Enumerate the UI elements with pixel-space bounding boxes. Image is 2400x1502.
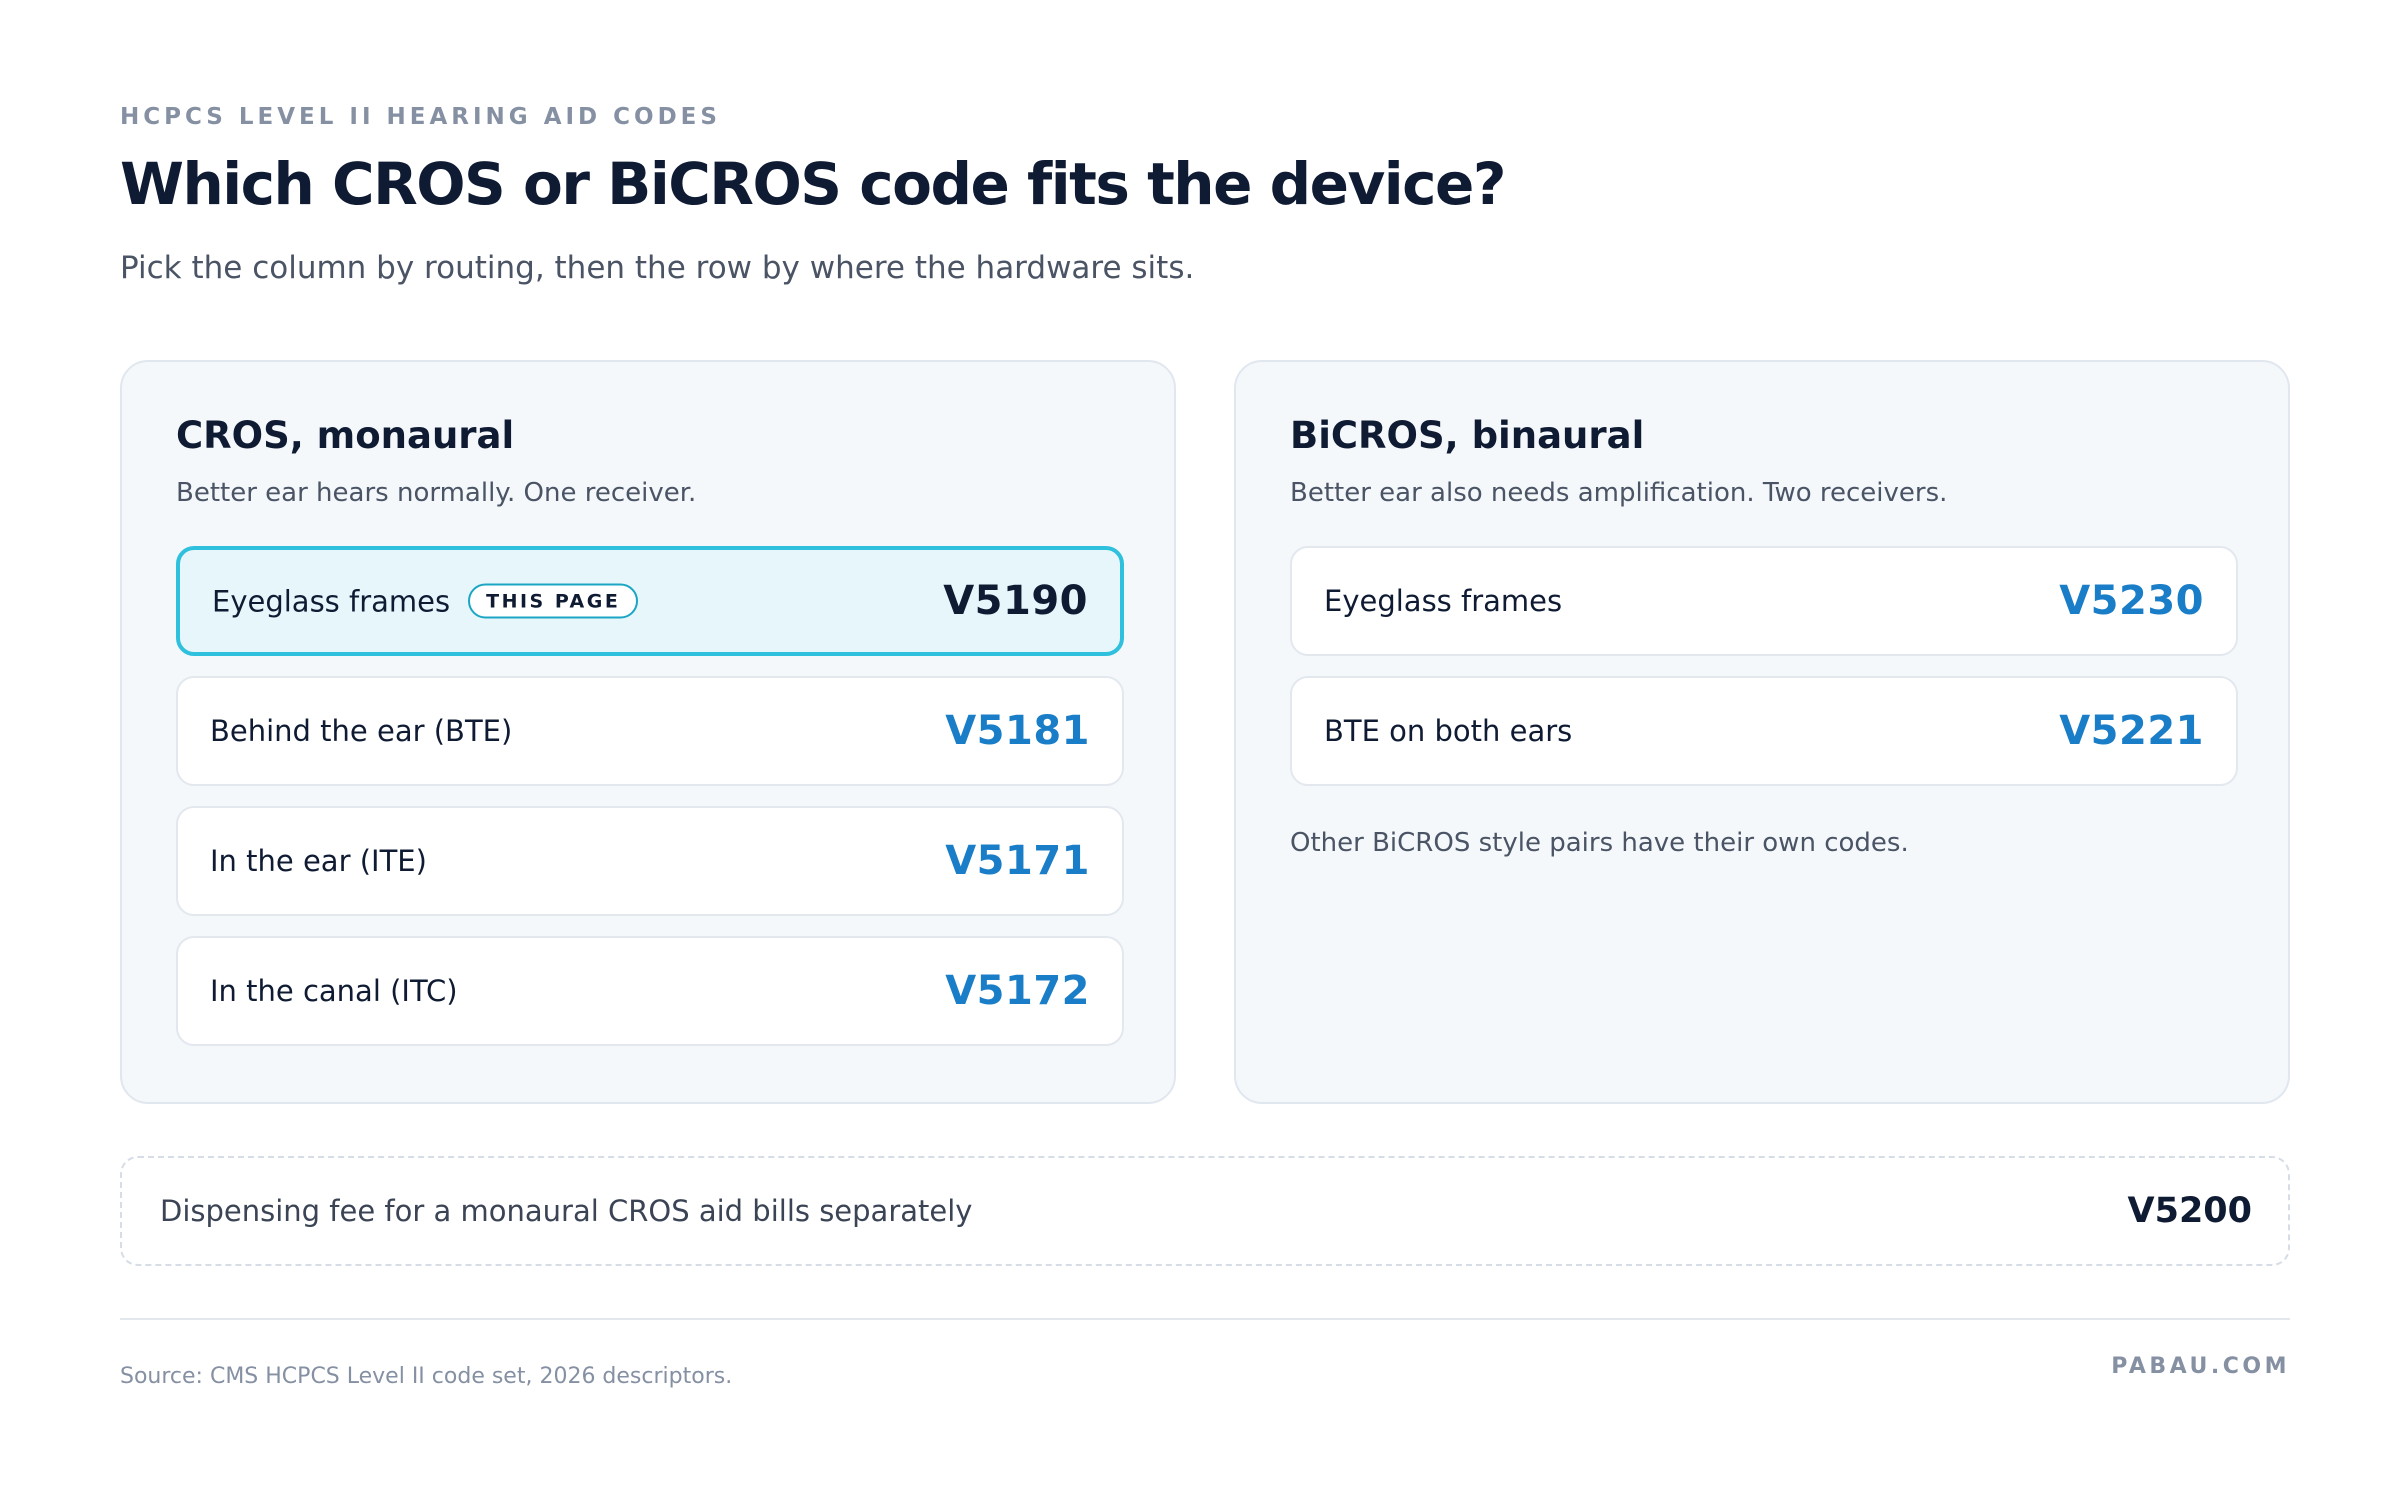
- eyebrow: HCPCS LEVEL II HEARING AID CODES: [120, 104, 721, 130]
- dispensing-fee-row[interactable]: Dispensing fee for a monaural CROS aid b…: [120, 1156, 2290, 1266]
- page-title: Which CROS or BiCROS code fits the devic…: [120, 150, 1507, 218]
- bicros-panel-title: BiCROS, binaural: [1290, 414, 1645, 457]
- this-page-badge: THIS PAGE: [468, 583, 639, 619]
- bicros-row-bte-both-ears[interactable]: BTE on both ears V5221: [1290, 676, 2238, 786]
- page: HCPCS LEVEL II HEARING AID CODES Which C…: [0, 0, 2400, 1502]
- bicros-note: Other BiCROS style pairs have their own …: [1290, 828, 1909, 858]
- row-code[interactable]: V5172: [945, 968, 1090, 1014]
- row-code[interactable]: V5181: [945, 708, 1090, 754]
- bicros-panel-description: Better ear also needs amplification. Two…: [1290, 478, 1948, 508]
- footer-divider: [120, 1318, 2290, 1320]
- brand-link[interactable]: PABAU.COM: [2111, 1354, 2290, 1379]
- cros-row-ite[interactable]: In the ear (ITE) V5171: [176, 806, 1124, 916]
- source-note: Source: CMS HCPCS Level II code set, 202…: [120, 1364, 733, 1389]
- row-code: V5190: [943, 578, 1088, 624]
- row-label: Eyeglass frames: [212, 584, 451, 618]
- cros-row-bte[interactable]: Behind the ear (BTE) V5181: [176, 676, 1124, 786]
- row-label: BTE on both ears: [1324, 714, 1573, 748]
- row-code[interactable]: V5221: [2059, 708, 2204, 754]
- row-code[interactable]: V5230: [2059, 578, 2204, 624]
- fee-label: Dispensing fee for a monaural CROS aid b…: [160, 1194, 973, 1228]
- fee-code[interactable]: V5200: [2128, 1191, 2253, 1231]
- cros-row-eyeglass-frames[interactable]: Eyeglass frames THIS PAGE V5190: [176, 546, 1124, 656]
- cros-row-itc[interactable]: In the canal (ITC) V5172: [176, 936, 1124, 1046]
- row-label: In the ear (ITE): [210, 844, 427, 878]
- bicros-row-eyeglass-frames[interactable]: Eyeglass frames V5230: [1290, 546, 2238, 656]
- row-label: Behind the ear (BTE): [210, 714, 513, 748]
- row-label: Eyeglass frames: [1324, 584, 1563, 618]
- row-code[interactable]: V5171: [945, 838, 1090, 884]
- cros-panel-description: Better ear hears normally. One receiver.: [176, 478, 697, 508]
- cros-panel: CROS, monaural Better ear hears normally…: [120, 360, 1176, 1104]
- row-label-group: Eyeglass frames THIS PAGE: [212, 583, 639, 619]
- cros-panel-title: CROS, monaural: [176, 414, 515, 457]
- row-label: In the canal (ITC): [210, 974, 458, 1008]
- bicros-panel: BiCROS, binaural Better ear also needs a…: [1234, 360, 2290, 1104]
- page-subtitle: Pick the column by routing, then the row…: [120, 250, 1195, 286]
